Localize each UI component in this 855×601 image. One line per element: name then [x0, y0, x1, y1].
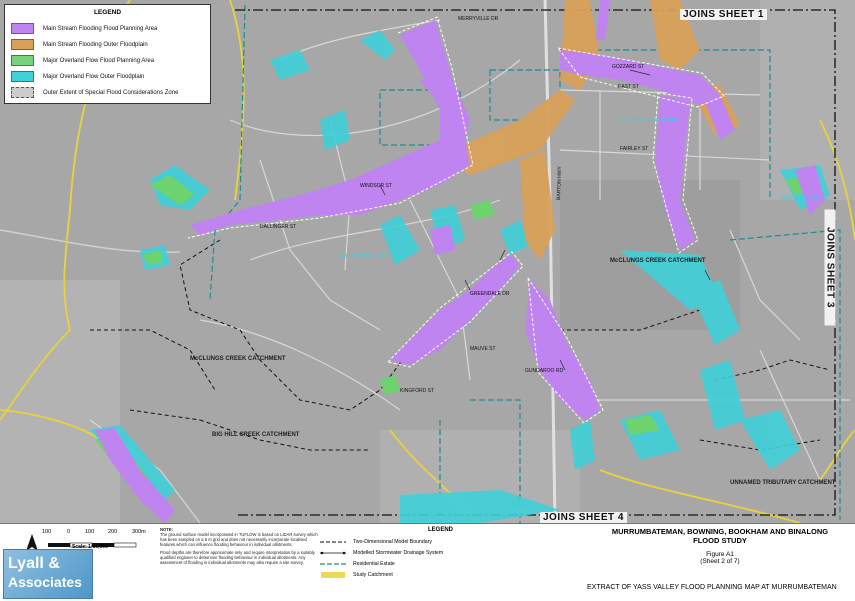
- legend-label: Major Overland Flow Outer Floodplain: [43, 73, 145, 80]
- map-legend: LEGEND Main Stream Flooding Flood Planni…: [4, 4, 211, 104]
- legend-label: Major Overland Flow Flood Planning Area: [43, 57, 155, 64]
- street-greendale: GREENDALE DR: [470, 291, 510, 297]
- legend-item-main-stream-fpa: Main Stream Flooding Flood Planning Area: [11, 23, 157, 34]
- street-gundaroo: GUNDAROO RD: [525, 368, 563, 374]
- scale-tick-2: 100: [85, 529, 95, 535]
- swatch-cyan: [11, 71, 34, 82]
- footer-legend-label: Modelled Stormwater Drainage System: [353, 550, 444, 556]
- street-gozzard: GOZZARD ST: [612, 64, 644, 70]
- scale-tick-4: 300m: [132, 529, 146, 535]
- swatch-grey-dashed: [11, 87, 34, 98]
- map-panel[interactable]: McCLUNGS CREEK CATCHMENT McCLUNGS CREEK …: [0, 0, 855, 523]
- footer-legend-catchment: Study Catchment: [320, 572, 393, 578]
- legend-label: Main Stream Flooding Flood Planning Area: [43, 25, 158, 32]
- legend-label: Outer Extent of Special Flood Considerat…: [43, 89, 179, 96]
- swatch-orange: [11, 39, 34, 50]
- footer-legend: LEGEND Two-Dimensional Model Boundary Mo…: [320, 527, 570, 578]
- title-line-2: FLOOD STUDY: [693, 536, 747, 545]
- footer-legend-title: LEGEND: [428, 527, 454, 533]
- legend-item-overland-fpa: Major Overland Flow Flood Planning Area: [11, 55, 154, 66]
- legend-label: Main Stream Flooding Outer Floodplain: [43, 41, 148, 48]
- street-dallinger: DALLINGER ST: [260, 224, 296, 230]
- logo-line1: Lyall &: [8, 555, 60, 572]
- footer-legend-label: Two-Dimensional Model Boundary: [353, 539, 433, 545]
- disclaimer-note: NOTE: The ground surface model incorpora…: [160, 527, 318, 565]
- company-logo: Lyall & Associates: [3, 549, 93, 599]
- paddock-sw: [0, 280, 120, 523]
- scale-tick-1: 0: [67, 529, 71, 535]
- footer-legend-model-boundary: Two-Dimensional Model Boundary: [320, 539, 432, 545]
- label-big-hill: BIG HILL CREEK CATCHMENT: [212, 432, 300, 438]
- street-barton-hwy: BARTON HWY: [556, 166, 563, 201]
- label-merryville-estate: MERRYVILLE ESTATE: [342, 254, 404, 260]
- joins-sheet-4: JOINS SHEET 4: [540, 512, 627, 523]
- street-windsor: WINDSOR ST: [360, 183, 392, 189]
- street-mauve: MAUVE ST: [470, 346, 496, 352]
- sheet-number: (Sheet 2 of 7): [700, 558, 740, 565]
- label-vineyard-ridge: VINEYARD RIDGE: [780, 196, 831, 202]
- swatch-green: [11, 55, 34, 66]
- legend-item-main-stream-outer: Main Stream Flooding Outer Floodplain: [11, 39, 148, 50]
- legend-item-overland-outer: Major Overland Flow Outer Floodplain: [11, 71, 144, 82]
- title-line-1: MURRUMBATEMAN, BOWNING, BOOKHAM AND BINA…: [611, 527, 829, 536]
- label-mcclungs-east: McCLUNGS CREEK CATCHMENT: [610, 258, 706, 264]
- street-merryville: MERRYVILLE DR: [458, 16, 499, 22]
- joins-sheet-3: JOINS SHEET 3: [824, 209, 836, 326]
- legend-item-special-zone: Outer Extent of Special Flood Considerat…: [11, 87, 178, 98]
- logo-line2: Associates: [8, 574, 82, 590]
- joins-sheet-1: JOINS SHEET 1: [680, 9, 767, 20]
- swatch-purple: [11, 23, 34, 34]
- extract-caption: EXTRACT OF YASS VALLEY FLOOD PLANNING MA…: [587, 584, 837, 591]
- street-east: EAST ST: [618, 84, 639, 90]
- label-mcclungs-west: McCLUNGS CREEK CATCHMENT: [190, 356, 286, 362]
- footer-legend-label: Study Catchment: [353, 572, 393, 578]
- legend-title: LEGEND: [93, 9, 122, 16]
- street-kingford: KINGFORD ST: [400, 388, 434, 394]
- label-unnamed-tributary: UNNAMED TRIBUTARY CATCHMENT: [730, 480, 836, 486]
- street-fairley: FAIRLEY ST: [620, 146, 648, 152]
- scale-ratio: Scale: 1:10,000: [72, 544, 108, 550]
- footer-legend-drainage: Modelled Stormwater Drainage System: [320, 550, 443, 556]
- note-paragraph-1: The ground surface model incorporated in…: [160, 532, 318, 547]
- figure-number: Figure A1: [706, 551, 734, 558]
- label-carrington-park: CARRINGTON PARK: [620, 118, 678, 124]
- note-paragraph-2: Flood depths are therefore approximate o…: [160, 550, 315, 565]
- study-title: MURRUMBATEMAN, BOWNING, BOOKHAM AND BINA…: [590, 527, 850, 565]
- footer-legend-residential: Residential Estate: [320, 561, 395, 567]
- scale-tick-0: 100: [42, 529, 52, 535]
- footer-legend-label: Residential Estate: [353, 561, 395, 567]
- scale-tick-3: 200: [108, 529, 118, 535]
